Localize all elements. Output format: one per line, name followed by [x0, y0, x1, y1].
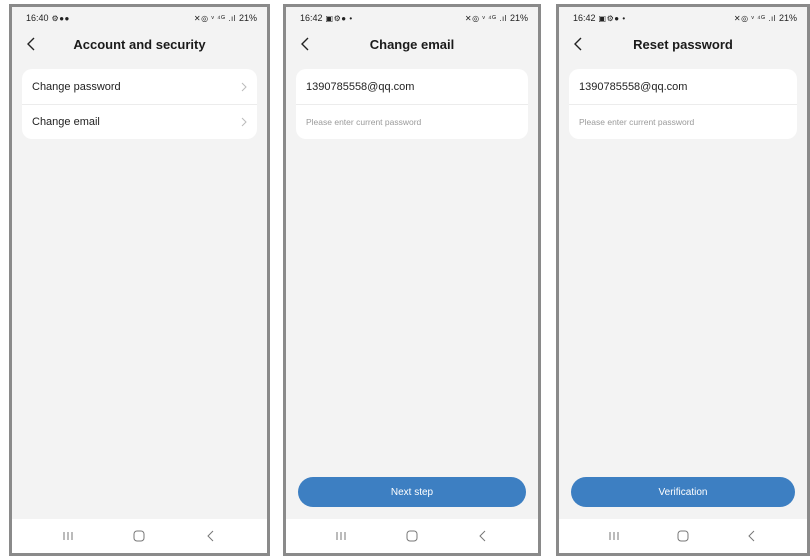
signal-icons: ✕◎ ᵛ ⁴ᴳ .ıl — [464, 13, 507, 23]
recent-apps-icon — [336, 532, 346, 540]
status-time: 16:42 — [573, 13, 596, 23]
status-time: 16:40 — [26, 13, 49, 23]
verify-form-card: 1390785558@qq.com — [569, 69, 797, 139]
menu-item-label: Change email — [32, 116, 100, 128]
status-time: 16:42 — [300, 13, 323, 23]
screen-account-security: 16:40 ⚙●● ✕◎ ᵛ ⁴ᴳ .ıl 21% Account and se… — [9, 4, 270, 556]
screen-change-email: 16:42 ▣⚙● • ✕◎ ᵛ ⁴ᴳ .ıl 21% Change email… — [283, 4, 541, 556]
back-button[interactable] — [569, 35, 587, 53]
current-email: 1390785558@qq.com — [579, 80, 688, 93]
current-password-input[interactable] — [579, 117, 787, 127]
system-nav-bar — [286, 519, 538, 553]
back-chevron-icon — [27, 37, 35, 51]
screen-reset-password: 16:42 ▣⚙● • ✕◎ ᵛ ⁴ᴳ .ıl 21% Reset passwo… — [556, 4, 810, 556]
notification-icons: ▣⚙● • — [598, 13, 626, 23]
page-title: Change email — [369, 36, 455, 52]
password-row[interactable] — [569, 104, 797, 139]
current-password-input[interactable] — [306, 117, 518, 127]
notification-icons: ▣⚙● • — [325, 13, 353, 23]
home-icon — [133, 530, 145, 542]
menu-item-label: Change password — [32, 80, 121, 93]
back-chevron-icon — [301, 37, 309, 51]
recent-apps-icon — [609, 532, 619, 540]
back-nav-button[interactable] — [470, 526, 496, 546]
back-nav-icon — [207, 530, 214, 542]
back-chevron-icon — [574, 37, 582, 51]
recent-apps-button[interactable] — [328, 526, 354, 546]
current-email: 1390785558@qq.com — [306, 80, 415, 93]
battery-level: 21% — [238, 13, 257, 23]
battery-level: 21% — [509, 13, 528, 23]
settings-card: Change password Change email — [22, 69, 257, 139]
back-nav-button[interactable] — [198, 526, 224, 546]
back-button[interactable] — [22, 35, 40, 53]
recent-apps-button[interactable] — [601, 526, 627, 546]
back-nav-icon — [478, 530, 485, 542]
menu-item-change-password[interactable]: Change password — [22, 69, 257, 104]
home-button[interactable] — [670, 526, 696, 546]
app-header: Change email — [286, 29, 538, 59]
back-button[interactable] — [296, 35, 314, 53]
chevron-right-icon — [241, 117, 247, 127]
menu-item-change-email[interactable]: Change email — [22, 104, 257, 139]
system-nav-bar — [12, 519, 267, 553]
password-row[interactable] — [296, 104, 528, 139]
home-button[interactable] — [126, 526, 152, 546]
app-header: Account and security — [12, 29, 267, 59]
next-step-button[interactable]: Next step — [298, 477, 526, 507]
back-nav-icon — [748, 530, 755, 542]
home-icon — [677, 530, 689, 542]
recent-apps-icon — [63, 532, 73, 540]
chevron-right-icon — [241, 82, 247, 92]
battery-level: 21% — [778, 13, 797, 23]
page-title: Reset password — [633, 36, 733, 52]
status-bar: 16:42 ▣⚙● • ✕◎ ᵛ ⁴ᴳ .ıl 21% — [286, 7, 538, 29]
notification-icons: ⚙●● — [51, 13, 70, 23]
verification-button[interactable]: Verification — [571, 477, 795, 507]
signal-icons: ✕◎ ᵛ ⁴ᴳ .ıl — [733, 13, 776, 23]
home-button[interactable] — [399, 526, 425, 546]
home-icon — [406, 530, 418, 542]
status-bar: 16:42 ▣⚙● • ✕◎ ᵛ ⁴ᴳ .ıl 21% — [559, 7, 807, 29]
recent-apps-button[interactable] — [55, 526, 81, 546]
page-title: Account and security — [73, 36, 206, 52]
back-nav-button[interactable] — [739, 526, 765, 546]
email-form-card: 1390785558@qq.com — [296, 69, 528, 139]
email-row: 1390785558@qq.com — [296, 69, 528, 104]
app-header: Reset password — [559, 29, 807, 59]
system-nav-bar — [559, 519, 807, 553]
email-row: 1390785558@qq.com — [569, 69, 797, 104]
signal-icons: ✕◎ ᵛ ⁴ᴳ .ıl — [193, 13, 236, 23]
status-bar: 16:40 ⚙●● ✕◎ ᵛ ⁴ᴳ .ıl 21% — [12, 7, 267, 29]
